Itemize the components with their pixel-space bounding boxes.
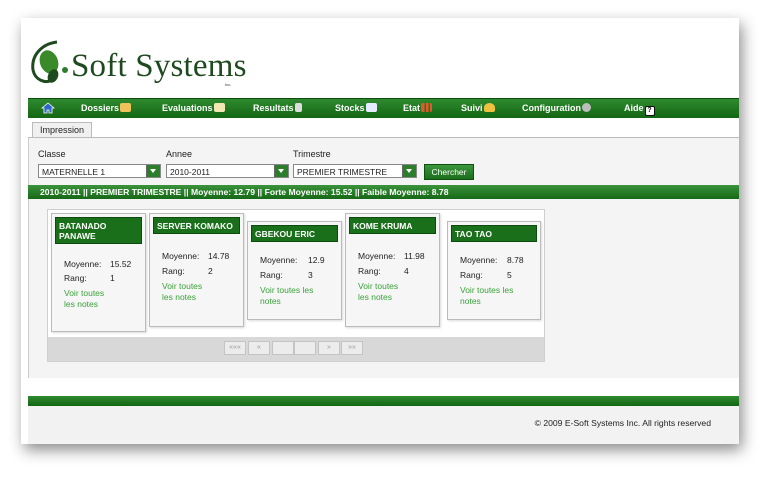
help-icon: ? [644,106,655,116]
student-name: SERVER KOMAKO [153,217,240,234]
brand-inc: Inc. [225,82,232,87]
moyenne-label: Moyenne: [260,255,298,265]
student-card: TAO TAO Moyenne: 8.78 Rang: 5 Voir toute… [447,221,541,320]
student-name: GBEKOU ERIC [251,225,338,242]
nav-evaluations[interactable]: Evaluations [162,99,225,118]
nav-stocks-label: Stocks [335,103,365,113]
student-card: KOME KRUMA Moyenne: 11.98 Rang: 4 Voir t… [345,213,440,327]
trimestre-label: Trimestre [293,149,331,159]
brand-name: Soft Systems [71,48,247,84]
main-navbar: Dossiers Evaluations Resultats Stocks Et… [28,98,739,118]
home-icon[interactable] [41,101,55,115]
student-cards-container: BATANADO PANAWE Moyenne: 15.52 Rang: 1 V… [47,209,545,362]
moyenne-value: 8.78 [507,255,524,265]
rang-label: Rang: [260,270,283,280]
folder-icon [120,103,132,112]
student-card: GBEKOU ERIC Moyenne: 12.9 Rang: 3 Voir t… [247,221,342,320]
pager-next-button[interactable]: » [318,341,340,355]
nav-dossiers-label: Dossiers [81,103,120,113]
student-name: BATANADO PANAWE [55,217,142,244]
pager-first-button[interactable]: ««« [224,341,246,355]
footer: © 2009 E-Soft Systems Inc. All rights re… [28,406,739,444]
trimestre-select-value: PREMIER TRIMESTRE [297,167,388,177]
nav-etat-label: Etat [403,103,421,113]
logo-mark-icon [31,40,68,84]
search-button[interactable]: Chercher [424,164,474,180]
copyright-text: © 2009 E-Soft Systems Inc. All rights re… [534,418,711,428]
rang-value: 2 [208,266,213,276]
edit-document-icon [213,103,225,112]
pager-page-button[interactable] [294,341,316,355]
view-notes-link[interactable]: Voir toutes les notes [162,281,212,303]
moyenne-label: Moyenne: [162,251,200,261]
moyenne-label: Moyenne: [64,259,102,269]
moyenne-value: 15.52 [110,259,132,269]
summary-bar: 2010-2011 || PREMIER TRIMESTRE || Moyenn… [28,185,739,199]
nav-suivi[interactable]: Suivi [461,99,495,118]
rang-label: Rang: [162,266,185,276]
moyenne-label: Moyenne: [460,255,498,265]
pager-prev-button[interactable]: « [248,341,270,355]
nav-suivi-label: Suivi [461,103,483,113]
user-icon [483,103,495,112]
nav-resultats-label: Resultats [253,103,294,113]
nav-aide-label: Aide [624,103,644,113]
nav-configuration-label: Configuration [522,103,581,113]
tab-impression[interactable]: Impression [32,122,92,138]
nav-resultats[interactable]: Resultats [253,99,302,118]
student-card: SERVER KOMAKO Moyenne: 14.78 Rang: 2 Voi… [149,213,244,327]
pager-page-button[interactable] [272,341,294,355]
moyenne-value: 14.78 [208,251,230,261]
nav-aide[interactable]: Aide? [624,99,655,118]
trimestre-select[interactable]: PREMIER TRIMESTRE [293,164,417,178]
annee-select-value: 2010-2011 [170,167,211,177]
nav-evaluations-label: Evaluations [162,103,213,113]
rang-value: 4 [404,266,409,276]
rang-label: Rang: [64,273,87,283]
app-window: Soft Systems Inc. Dossiers Evaluations R… [21,18,739,444]
gear-icon [582,103,591,112]
rang-label: Rang: [358,266,381,276]
pager-bar: ««« « » »» [48,337,544,361]
pager-last-button[interactable]: »» [341,341,363,355]
logo: Soft Systems Inc. [27,36,267,92]
mail-icon [365,103,377,112]
classe-select[interactable]: MATERNELLE 1 [38,164,161,178]
classe-select-value: MATERNELLE 1 [42,167,106,177]
annee-label: Annee [166,149,193,159]
view-notes-link[interactable]: Voir toutes les notes [460,285,520,307]
nav-dossiers[interactable]: Dossiers [81,99,132,118]
chevron-down-icon[interactable] [274,165,288,177]
moyenne-label: Moyenne: [358,251,396,261]
chevron-down-icon[interactable] [402,165,416,177]
rang-value: 1 [110,273,115,283]
bar-chart-icon [421,103,433,112]
footer-divider [28,396,739,406]
student-card: BATANADO PANAWE Moyenne: 15.52 Rang: 1 V… [51,213,146,332]
student-name: KOME KRUMA [349,217,436,234]
chevron-down-icon[interactable] [146,165,160,177]
rang-label: Rang: [460,270,483,280]
rang-value: 5 [507,270,512,280]
nav-etat[interactable]: Etat [403,99,433,118]
nav-configuration[interactable]: Configuration [522,99,591,118]
report-icon [294,103,302,112]
nav-stocks[interactable]: Stocks [335,99,377,118]
view-notes-link[interactable]: Voir toutes les notes [260,285,320,307]
moyenne-value: 12.9 [308,255,325,265]
view-notes-link[interactable]: Voir toutes les notes [358,281,408,303]
view-notes-link[interactable]: Voir toutes les notes [64,288,114,310]
annee-select[interactable]: 2010-2011 [166,164,289,178]
student-name: TAO TAO [451,225,537,242]
moyenne-value: 11.98 [404,251,425,261]
rang-value: 3 [308,270,313,280]
classe-label: Classe [38,149,66,159]
